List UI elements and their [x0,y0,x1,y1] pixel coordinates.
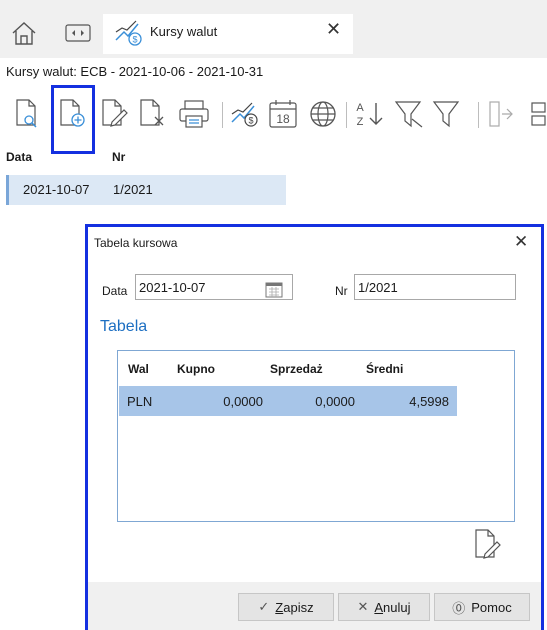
window-caption: Kursy walut: ECB - 2021-10-06 - 2021-10-… [6,64,264,79]
tab-close-icon[interactable]: ✕ [326,19,341,40]
table-row[interactable]: 2021-10-07 1/2021 [6,175,286,205]
save-button-label: Zapisz [275,599,314,615]
column-header-wal[interactable]: Wal [128,362,149,376]
toolbar-separator [222,102,223,128]
row-nr: 1/2021 [113,182,153,197]
toolbar-separator [478,102,479,128]
date-picker-icon[interactable] [262,282,286,298]
dialog-title: Tabela kursowa [94,236,178,250]
dialog-close-icon[interactable]: ✕ [514,232,528,252]
delete-document-icon[interactable] [138,98,168,128]
exchange-rate-icon: $ [114,18,144,51]
exchange-rate-icon[interactable]: $ [230,98,260,128]
calendar-day: 18 [276,112,290,126]
edit-row-icon[interactable] [473,528,503,560]
filter-icon[interactable] [432,99,462,129]
toolbar-separator [346,102,347,128]
tab-navigation-icon[interactable] [65,24,91,47]
home-icon[interactable] [10,20,38,51]
column-header-data[interactable]: Data [6,150,32,164]
globe-icon[interactable] [308,99,338,129]
date-field-value: 2021-10-07 [139,280,206,295]
help-button[interactable]: ⓪ Pomoc [434,593,530,621]
help-button-label: Pomoc [471,599,512,615]
selected-toolbar-highlight [51,85,95,154]
svg-text:$: $ [248,116,253,126]
cancel-button-label: Anuluj [374,599,411,615]
export-icon[interactable] [488,100,514,128]
cell-sprzedaz: 0,0000 [315,394,355,409]
column-header-nr[interactable]: Nr [112,150,125,164]
save-button[interactable]: ✓ Zapisz [238,593,334,621]
cell-kupno: 0,0000 [223,394,263,409]
svg-text:$: $ [132,35,137,45]
cancel-button[interactable]: ✕ Anuluj [338,593,430,621]
check-icon: ✓ [258,599,270,614]
section-title: Tabela [100,318,148,335]
nr-label: Nr [335,284,348,298]
cancel-icon: ✕ [357,599,369,614]
table-row[interactable]: PLN 0,0000 0,0000 4,5998 [119,386,457,416]
column-header-sredni[interactable]: Średni [366,362,403,376]
cell-sredni: 4,5998 [409,394,449,409]
cell-wal: PLN [127,394,153,409]
tab-title: Kursy walut [150,24,218,39]
edit-document-icon[interactable] [100,98,130,128]
row-date: 2021-10-07 [23,182,90,197]
svg-text:Z: Z [357,116,364,128]
column-header-sprzedaz[interactable]: Sprzedaż [270,362,323,376]
nr-field-value: 1/2021 [358,280,398,295]
sort-az-icon[interactable]: AZ [354,99,390,129]
calendar-icon[interactable]: 18 [268,99,298,129]
column-header-kupno[interactable]: Kupno [177,362,215,376]
print-icon[interactable] [178,100,210,128]
nr-field[interactable]: 1/2021 [354,274,516,300]
preview-icon[interactable] [14,98,40,128]
date-label: Data [102,284,128,298]
more-icon[interactable] [530,100,547,128]
svg-text:A: A [356,102,364,114]
help-icon: ⓪ [452,600,466,616]
filter-clear-icon[interactable] [394,99,424,129]
